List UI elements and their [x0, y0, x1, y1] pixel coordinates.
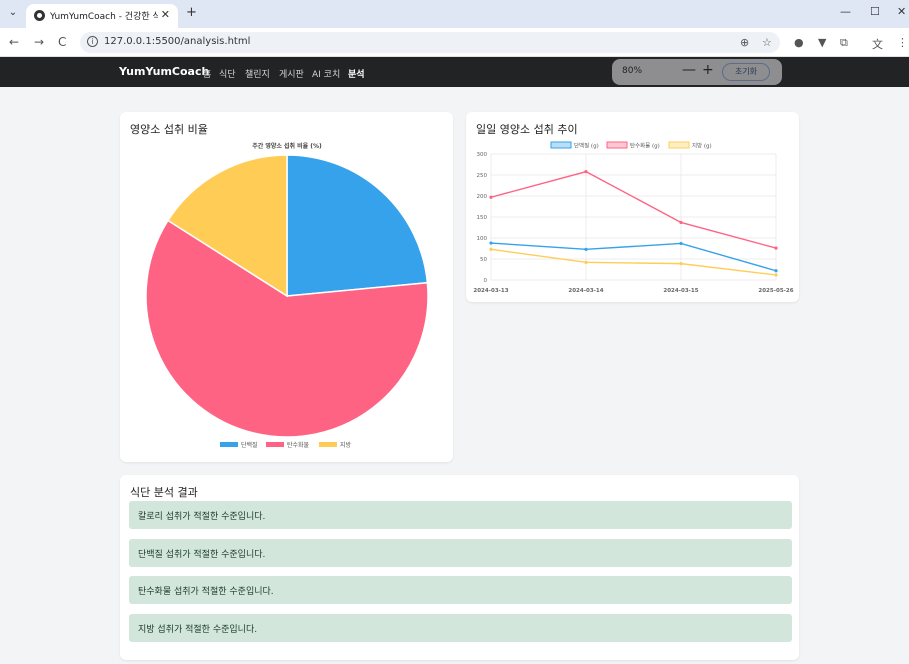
- result-text: 칼로리 섭취가 적절한 수준입니다.: [138, 512, 266, 522]
- zoom-level: 80%: [622, 66, 643, 76]
- x-tick-label: 2025-05-26: [758, 288, 793, 294]
- extension-shield-icon[interactable]: ●: [794, 36, 804, 49]
- address-bar[interactable]: i 127.0.0.1:5500/analysis.html: [80, 32, 780, 53]
- zoom-reset-button[interactable]: 초기화: [722, 63, 770, 81]
- bookmark-star-icon[interactable]: ☆: [762, 36, 772, 49]
- zoom-out-button[interactable]: —: [682, 62, 696, 78]
- series-point-0: [489, 241, 493, 245]
- nav-home[interactable]: 홈: [203, 67, 211, 80]
- legend-label-0: 단백질 (g): [574, 142, 599, 150]
- translate-icon[interactable]: 文: [872, 36, 883, 52]
- legend-swatch-1: [266, 442, 284, 447]
- nav-ai-coach[interactable]: AI 코치: [312, 67, 340, 80]
- legend-swatch-2: [319, 442, 337, 447]
- line-chart: 0 50 100 150 200 250 300 2024-03-13 2024-03-14 20…: [473, 141, 794, 294]
- series-point-1: [489, 195, 493, 199]
- y-tick-label: 250: [477, 173, 488, 179]
- y-tick-label: 0: [484, 278, 488, 284]
- series-line-2: [490, 248, 777, 276]
- legend-swatch-2: [668, 141, 690, 149]
- tab-title: YumYumCoach - 건강한 식단 |: [50, 12, 158, 22]
- series-point-1: [679, 220, 683, 225]
- pie-slice-0: [286, 154, 429, 297]
- series-point-1: [584, 170, 588, 174]
- browser-tab-bar: ⌄ YumYumCoach - 건강한 식단 | ✕ + — ☐ ✕: [0, 0, 909, 28]
- result-text: 단백질 섭취가 적절한 수준입니다.: [138, 550, 266, 560]
- diet-analysis-results: 식단 분석 결과 칼로리 섭취가 적절한 수준입니다. 단백질 섭취가 적절한 …: [120, 475, 799, 660]
- result-item-fat: 지방 섭취가 적절한 수준입니다.: [129, 614, 792, 642]
- series-line-1: [490, 170, 777, 249]
- url-text: 127.0.0.1:5500/analysis.html: [104, 36, 251, 47]
- reload-button[interactable]: C: [58, 35, 66, 49]
- series-point-2: [489, 247, 493, 251]
- close-window-button[interactable]: ✕: [897, 5, 906, 18]
- series-point-2: [584, 260, 588, 264]
- series-point-0: [584, 247, 588, 251]
- series-line-0: [490, 242, 777, 272]
- legend-swatch-0: [550, 141, 572, 149]
- y-tick-label: 150: [477, 215, 488, 221]
- zoom-popup: 80% — + 초기화: [612, 59, 782, 85]
- nav-board[interactable]: 게시판: [279, 67, 304, 80]
- series-point-2: [679, 262, 683, 266]
- legend-label-2: 지방: [340, 441, 352, 449]
- series-point-0: [679, 241, 683, 246]
- legend-label-0: 단백질: [241, 441, 258, 449]
- new-tab-button[interactable]: +: [186, 5, 197, 20]
- result-text: 지방 섭취가 적절한 수준입니다.: [138, 625, 258, 635]
- y-tick-label: 100: [477, 236, 488, 242]
- result-text: 탄수화물 섭취가 적절한 수준입니다.: [138, 587, 274, 597]
- address-toolbar: ← → C i 127.0.0.1:5500/analysis.html ⊕ ☆…: [0, 28, 909, 57]
- tab-close-icon[interactable]: ✕: [161, 8, 170, 21]
- globe-icon: [34, 10, 45, 21]
- legend-swatch-0: [220, 442, 238, 447]
- zoom-in-button[interactable]: +: [702, 62, 714, 78]
- series-point-2: [774, 273, 778, 277]
- browser-tab[interactable]: YumYumCoach - 건강한 식단 | ✕: [26, 4, 178, 28]
- legend-label-1: 탄수화물 (g): [630, 142, 660, 150]
- tab-search-chevron-icon[interactable]: ⌄: [6, 6, 20, 20]
- nav-analysis[interactable]: 분석: [348, 67, 365, 80]
- x-tick-label: 2024-03-13: [473, 288, 508, 294]
- back-button[interactable]: ←: [9, 35, 19, 49]
- nutrient-ratio-card: 영양소 섭취 비율 주간 영양소 섭취 비율 (%) 단백질 탄수화물 지방: [120, 112, 453, 462]
- zoom-icon[interactable]: ⊕: [740, 36, 749, 49]
- menu-kebab-icon[interactable]: ⋮: [897, 36, 908, 49]
- pie-chart: 주간 영양소 섭취 비율 (%) 단백질 탄수화물 지방: [145, 142, 429, 449]
- legend-label-1: 탄수화물: [287, 441, 310, 449]
- forward-button[interactable]: →: [34, 35, 44, 49]
- nav-challenge[interactable]: 챌린지: [245, 67, 270, 80]
- site-info-icon[interactable]: i: [87, 36, 98, 47]
- results-title: 식단 분석 결과: [130, 486, 198, 499]
- series-point-1: [774, 246, 778, 250]
- y-tick-label: 50: [480, 257, 487, 263]
- extension-filter-icon[interactable]: ▼: [818, 36, 826, 49]
- x-tick-label: 2024-03-15: [663, 288, 698, 294]
- brand-logo[interactable]: YumYumCoach: [119, 65, 209, 78]
- pie-chart-title: 주간 영양소 섭취 비율 (%): [252, 142, 322, 150]
- y-tick-label: 200: [477, 194, 488, 200]
- series-point-0: [774, 269, 778, 273]
- legend-label-2: 지방 (g): [692, 142, 712, 150]
- x-tick-label: 2024-03-14: [568, 288, 603, 294]
- nav-meals[interactable]: 식단: [219, 67, 236, 80]
- extensions-puzzle-icon[interactable]: ⧉: [840, 36, 848, 50]
- result-item-protein: 단백질 섭취가 적절한 수준입니다.: [129, 539, 792, 567]
- maximize-button[interactable]: ☐: [870, 5, 880, 18]
- legend-swatch-1: [606, 141, 628, 149]
- result-item-calories: 칼로리 섭취가 적절한 수준입니다.: [129, 501, 792, 529]
- result-item-carbs: 탄수화물 섭취가 적절한 수준입니다.: [129, 576, 792, 604]
- daily-trend-card: 일일 영양소 섭취 추이 0 50 100 150 200 250 300 2024-03-1…: [466, 112, 799, 302]
- y-tick-label: 300: [477, 152, 488, 158]
- minimize-button[interactable]: —: [840, 5, 851, 18]
